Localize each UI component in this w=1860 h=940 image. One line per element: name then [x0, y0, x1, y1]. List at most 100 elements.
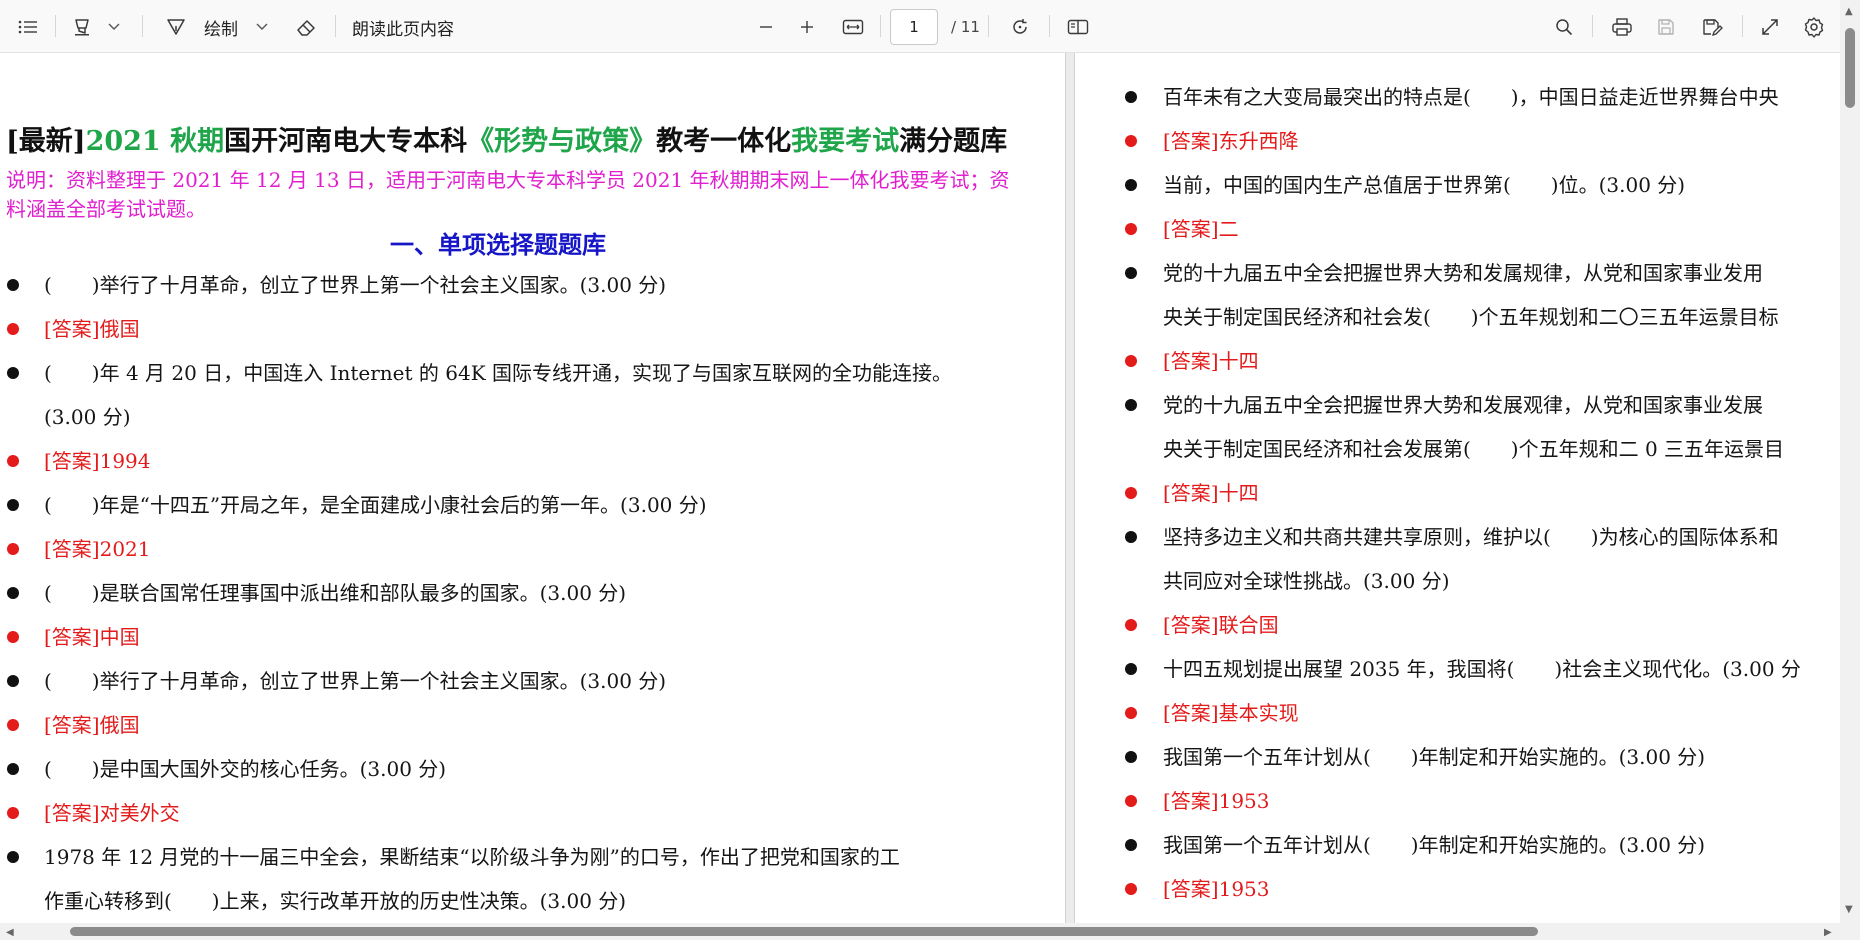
answer-bullet-icon	[1125, 795, 1137, 807]
answer-bullet-icon	[7, 719, 19, 731]
question-text: 党的十九届五中全会把握世界大势和发展观律，从党和国家事业发展	[1163, 393, 1763, 417]
answer-text: [答案]俄国	[44, 317, 140, 341]
question-text-continued: 央关于制定国民经济和社会发展第( )个五年规和二 0 三五年运景目	[1163, 437, 1785, 461]
title-part: 2021 秋期	[85, 126, 225, 157]
question-text: 党的十九届五中全会把握世界大势和发属规律，从党和国家事业发用	[1163, 261, 1763, 285]
document-viewer[interactable]: [最新]2021 秋期国开河南电大专本科《形势与政策》教考一体化我要考试满分题库…	[0, 53, 1840, 923]
bullet-icon	[7, 763, 19, 775]
answer-bullet-icon	[1125, 487, 1137, 499]
scroll-down-icon[interactable]: ▼	[1845, 904, 1853, 915]
search-icon[interactable]	[1550, 13, 1578, 41]
read-aloud-label: 朗读此页内容	[352, 19, 454, 40]
eraser-icon[interactable]	[292, 13, 320, 41]
answer-text: [答案]1953	[1163, 789, 1270, 813]
horizontal-scrollbar[interactable]: ◀ ▶	[0, 923, 1840, 940]
title-part: [最新]	[6, 126, 86, 157]
page-divider	[1065, 53, 1075, 923]
answer-bullet-icon	[1125, 135, 1137, 147]
draw-button[interactable]: 绘制	[200, 13, 242, 41]
answer-text: [答案]2021	[44, 537, 151, 561]
pdf-page-1: [最新]2021 秋期国开河南电大专本科《形势与政策》教考一体化我要考试满分题库…	[0, 53, 1065, 923]
answer-text: [答案]俄国	[44, 713, 140, 737]
bullet-icon	[1125, 179, 1137, 191]
scroll-up-icon[interactable]: ▲	[1845, 6, 1853, 17]
bullet-icon	[7, 499, 19, 511]
save-icon[interactable]	[1652, 13, 1680, 41]
answer-text: [答案]1953	[1163, 877, 1270, 901]
question-text: ( )是中国大国外交的核心任务。(3.00 分)	[44, 757, 447, 781]
draw-label: 绘制	[204, 19, 238, 40]
fullscreen-icon[interactable]	[1756, 13, 1784, 41]
page-number-input[interactable]	[890, 9, 938, 45]
answer-bullet-icon	[1125, 355, 1137, 367]
title-part: 《形势与政策》	[467, 126, 657, 157]
fit-width-icon[interactable]	[839, 13, 867, 41]
bullet-icon	[7, 675, 19, 687]
print-icon[interactable]	[1608, 13, 1636, 41]
document-title: [最新]2021 秋期国开河南电大专本科《形势与政策》教考一体化我要考试满分题库	[6, 119, 1007, 158]
save-as-icon[interactable]	[1698, 13, 1726, 41]
answer-text: [答案]1994	[44, 449, 151, 473]
question-text-continued: 央关于制定国民经济和社会发( )个五年规划和二〇三五年运景目标	[1163, 305, 1779, 329]
answer-text: [答案]东升西降	[1163, 129, 1299, 153]
draw-icon[interactable]	[162, 13, 190, 41]
scroll-right-icon[interactable]: ▶	[1824, 927, 1832, 938]
answer-bullet-icon	[1125, 619, 1137, 631]
answer-text: [答案]十四	[1163, 481, 1259, 505]
zoom-out-icon[interactable]	[752, 13, 780, 41]
pdf-toolbar: 绘制 朗读此页内容 / 11	[0, 0, 1860, 53]
answer-bullet-icon	[7, 323, 19, 335]
bullet-icon	[1125, 267, 1137, 279]
title-part: 国开河南电大专本科	[224, 126, 468, 157]
read-aloud-button[interactable]: 朗读此页内容	[352, 13, 472, 41]
answer-bullet-icon	[1125, 223, 1137, 235]
zoom-in-icon[interactable]	[793, 13, 821, 41]
bullet-icon	[7, 279, 19, 291]
question-text: ( )举行了十月革命，创立了世界上第一个社会主义国家。(3.00 分)	[44, 669, 667, 693]
bullet-icon	[7, 587, 19, 599]
rotate-icon[interactable]	[1006, 13, 1034, 41]
answer-text: [答案]二	[1163, 217, 1239, 241]
answer-bullet-icon	[7, 807, 19, 819]
scroll-left-icon[interactable]: ◀	[6, 927, 14, 938]
pdf-page-2: 百年未有之大变局最突出的特点是( )，中国日益走近世界舞台中央 [答案]东升西降当…	[1075, 53, 1840, 923]
question-text: 十四五规划提出展望 2035 年，我国将( )社会主义现代化。(3.00 分	[1163, 657, 1801, 681]
bullet-icon	[7, 367, 19, 379]
title-part: 满分题库	[899, 126, 1008, 157]
answer-bullet-icon	[1125, 883, 1137, 895]
bullet-icon	[1125, 839, 1137, 851]
contents-icon[interactable]	[14, 13, 42, 41]
question-text: 我国第一个五年计划从( )年制定和开始实施的。(3.00 分)	[1163, 745, 1706, 769]
question-text: 我国第一个五年计划从( )年制定和开始实施的。(3.00 分)	[1163, 833, 1706, 857]
chevron-down-icon[interactable]	[104, 13, 124, 41]
bullet-icon	[1125, 91, 1137, 103]
answer-text: [答案]中国	[44, 625, 140, 649]
answer-text: [答案]基本实现	[1163, 701, 1299, 725]
question-text-continued: 共同应对全球性挑战。(3.00 分)	[1163, 569, 1450, 593]
chevron-down-icon[interactable]	[252, 13, 272, 41]
question-text-continued: (3.00 分)	[44, 405, 131, 429]
answer-bullet-icon	[7, 543, 19, 555]
question-text: 百年未有之大变局最突出的特点是( )，中国日益走近世界舞台中央	[1163, 85, 1779, 109]
answer-text: [答案]十四	[1163, 349, 1259, 373]
section-title: 一、单项选择题题库	[390, 230, 606, 259]
answer-text: [答案]联合国	[1163, 613, 1279, 637]
document-description: 说明：资料整理于 2021 年 12 月 13 日，适用于河南电大专本科学员 2…	[6, 168, 1010, 221]
title-part: 我要考试	[791, 126, 900, 157]
horizontal-scroll-thumb[interactable]	[70, 927, 1538, 936]
answer-text: [答案]对美外交	[44, 801, 180, 825]
question-text-continued: 作重心转移到( )上来，实行改革开放的历史性决策。(3.00 分)	[44, 889, 627, 913]
answer-bullet-icon	[7, 455, 19, 467]
question-text: 坚持多边主义和共商共建共享原则，维护以( )为核心的国际体系和	[1163, 525, 1779, 549]
question-text: 1978 年 12 月党的十一届三中全会，果断结束“以阶级斗争为刚”的口号，作出…	[44, 845, 900, 869]
settings-icon[interactable]	[1800, 13, 1828, 41]
question-text: ( )年 4 月 20 日，中国连入 Internet 的 64K 国际专线开通…	[44, 361, 952, 385]
bullet-icon	[1125, 751, 1137, 763]
highlight-icon[interactable]	[68, 13, 96, 41]
title-part: 教考一体化	[656, 126, 792, 157]
page-view-icon[interactable]	[1064, 13, 1092, 41]
answer-bullet-icon	[7, 631, 19, 643]
vertical-scroll-thumb[interactable]	[1845, 28, 1855, 108]
vertical-scrollbar[interactable]: ▲ ▼	[1840, 0, 1860, 940]
question-text: ( )年是“十四五”开局之年，是全面建成小康社会后的第一年。(3.00 分)	[44, 493, 707, 517]
